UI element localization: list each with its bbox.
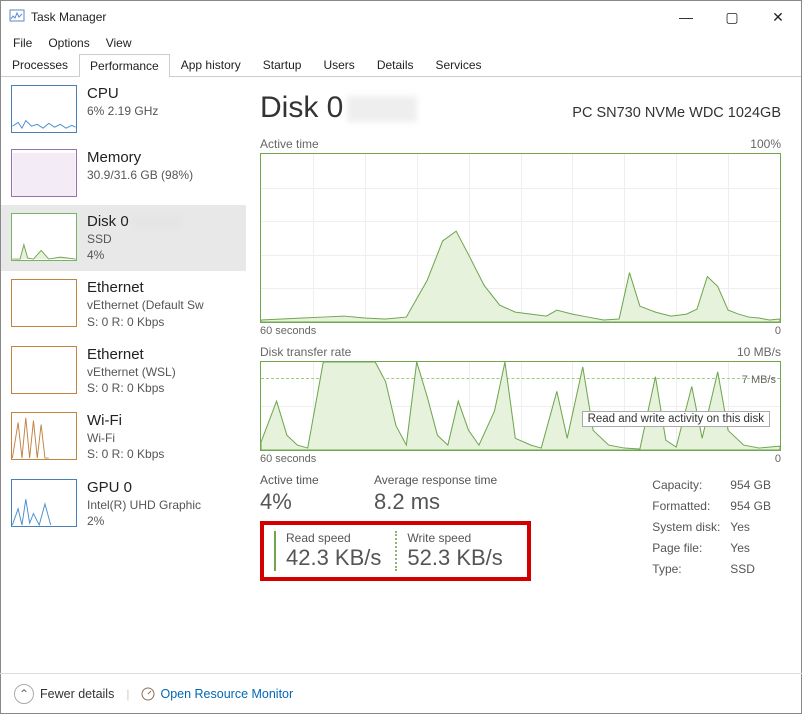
tab-services[interactable]: Services	[425, 53, 493, 76]
page-title: Disk 0	[260, 91, 417, 125]
tab-app-history[interactable]: App history	[170, 53, 252, 76]
window-title: Task Manager	[31, 10, 106, 24]
sidebar-item-cpu[interactable]: CPU6% 2.19 GHz	[1, 77, 246, 141]
sidebar-item-label: Ethernet	[87, 346, 176, 363]
sidebar-item-label: GPU 0	[87, 479, 201, 496]
tab-details[interactable]: Details	[366, 53, 425, 76]
disk-model: PC SN730 NVMe WDC 1024GB	[572, 105, 781, 121]
maximize-button[interactable]: ▢	[709, 1, 755, 33]
stat-active-time: Active time 4%	[260, 473, 350, 515]
sidebar-item-gpu0[interactable]: GPU 0Intel(R) UHD Graphic2%	[1, 471, 246, 537]
gpu-thumb	[11, 479, 77, 527]
eth-thumb	[11, 279, 77, 327]
wifi-thumb	[11, 412, 77, 460]
fewer-details-button[interactable]: ⌃ Fewer details	[14, 684, 114, 704]
read-write-highlight: Read speed 42.3 KB/s Write speed 52.3 KB…	[260, 521, 531, 581]
chart-tooltip: Read and write activity on this disk	[582, 411, 770, 427]
sidebar-item-label: Disk 0	[87, 213, 181, 230]
sidebar-item-ethernet-1[interactable]: EthernetvEthernet (Default SwS: 0 R: 0 K…	[1, 271, 246, 337]
disk-info-table: Capacity:954 GB Formatted:954 GB System …	[650, 473, 781, 581]
stat-avg-response: Average response time 8.2 ms	[374, 473, 497, 515]
disk-thumb	[11, 213, 77, 261]
memory-thumb	[11, 149, 77, 197]
tab-performance[interactable]: Performance	[79, 54, 170, 77]
menu-view[interactable]: View	[98, 33, 140, 53]
sidebar-item-memory[interactable]: Memory30.9/31.6 GB (98%)	[1, 141, 246, 205]
transfer-rate-chart[interactable]: 7 MB/s Read and write activity on this d…	[260, 361, 781, 451]
eth-thumb	[11, 346, 77, 394]
stat-write-speed: Write speed 52.3 KB/s	[395, 531, 516, 571]
minimize-button[interactable]: —	[663, 1, 709, 33]
tab-bar: Processes Performance App history Startu…	[1, 53, 801, 77]
chart2-max: 10 MB/s	[737, 345, 781, 359]
title-bar: Task Manager — ▢ ✕	[1, 1, 801, 33]
sidebar-item-label: Memory	[87, 149, 193, 166]
chevron-up-icon: ⌃	[14, 684, 34, 704]
app-icon	[9, 9, 25, 25]
main-panel: Disk 0 PC SN730 NVMe WDC 1024GB Active t…	[246, 77, 801, 669]
stat-read-speed: Read speed 42.3 KB/s	[274, 531, 395, 571]
chart1-max: 100%	[750, 137, 781, 151]
cpu-thumb	[11, 85, 77, 133]
menu-file[interactable]: File	[5, 33, 40, 53]
active-time-chart[interactable]	[260, 153, 781, 323]
footer: ⌃ Fewer details | Open Resource Monitor	[0, 673, 802, 714]
open-resource-monitor-link[interactable]: Open Resource Monitor	[141, 687, 293, 701]
sidebar-item-label: CPU	[87, 85, 158, 102]
sidebar-item-label: Ethernet	[87, 279, 204, 296]
chart2-label: Disk transfer rate	[260, 345, 351, 359]
tab-processes[interactable]: Processes	[1, 53, 79, 76]
sidebar-item-ethernet-2[interactable]: EthernetvEthernet (WSL)S: 0 R: 0 Kbps	[1, 338, 246, 404]
sidebar-item-disk0[interactable]: Disk 0SSD4%	[1, 205, 246, 271]
sidebar-item-wifi[interactable]: Wi-FiWi-FiS: 0 R: 0 Kbps	[1, 404, 246, 470]
close-button[interactable]: ✕	[755, 1, 801, 33]
sidebar-item-label: Wi-Fi	[87, 412, 164, 429]
resource-monitor-icon	[141, 687, 155, 701]
tab-startup[interactable]: Startup	[252, 53, 313, 76]
menu-options[interactable]: Options	[40, 33, 97, 53]
tab-users[interactable]: Users	[312, 53, 365, 76]
menu-bar: File Options View	[1, 33, 801, 53]
sidebar[interactable]: CPU6% 2.19 GHz Memory30.9/31.6 GB (98%) …	[1, 77, 246, 669]
chart1-label: Active time	[260, 137, 319, 151]
